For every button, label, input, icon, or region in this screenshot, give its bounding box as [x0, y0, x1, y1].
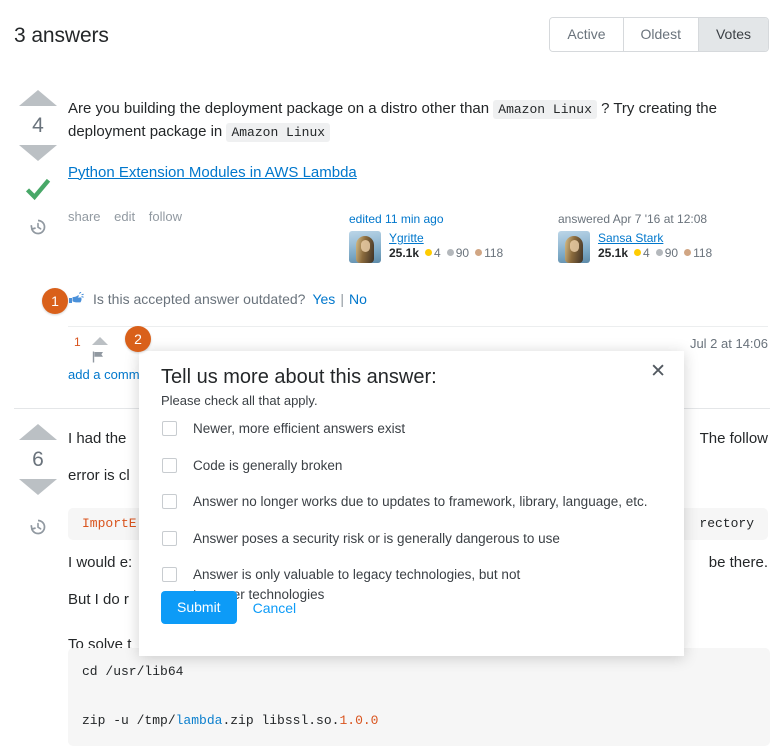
- answer-1-paragraph: Are you building the deployment package …: [68, 98, 768, 144]
- close-icon[interactable]: ✕: [650, 362, 666, 381]
- bronze-badge-icon: [684, 249, 692, 257]
- history-clock-icon[interactable]: [28, 517, 48, 537]
- comment-row: 1 Jul 2 at 14:06: [68, 326, 768, 363]
- modal-buttons: Submit Cancel: [161, 591, 297, 625]
- answer-1-reference-paragraph: Python Extension Modules in AWS Lambda: [68, 162, 768, 185]
- comment-upvote-arrow-icon[interactable]: [92, 337, 108, 345]
- bronze-badge-icon: [475, 249, 483, 257]
- editor-reputation-row: 25.1k 4 90 118: [389, 246, 503, 260]
- checkbox-legacy-only[interactable]: [162, 567, 177, 583]
- reputation-value: 25.1k: [598, 246, 629, 260]
- answer-2-text-b: The follow: [699, 430, 768, 447]
- comment-flag-icon[interactable]: [92, 351, 106, 363]
- code-error-left: ImportE: [82, 516, 137, 531]
- author-user-card: answered Apr 7 '16 at 12:08 Sansa Stark …: [558, 212, 758, 263]
- editor-username[interactable]: Ygritte: [389, 231, 503, 246]
- tab-active[interactable]: Active: [550, 18, 624, 51]
- edited-timestamp[interactable]: edited 11 min ago: [349, 212, 529, 226]
- answers-count: 3 answers: [14, 24, 109, 47]
- answer-1-actions: share edit follow: [68, 209, 192, 224]
- gold-badge-count: 4: [643, 246, 650, 260]
- editor-user-card: edited 11 min ago Ygritte 25.1k 4 90 118: [349, 212, 529, 263]
- option-label: Code is generally broken: [193, 457, 343, 473]
- silver-badge-count: 90: [455, 246, 470, 260]
- silver-badge-icon: [655, 249, 663, 257]
- follow-button[interactable]: follow: [149, 209, 182, 224]
- code-error-right: rectory: [699, 516, 754, 531]
- checkbox-security-risk[interactable]: [162, 530, 177, 546]
- option-code-broken[interactable]: Code is generally broken: [161, 456, 661, 476]
- code-token-version: 1.0.0: [339, 713, 379, 729]
- avatar[interactable]: [558, 231, 590, 263]
- author-username[interactable]: Sansa Stark: [598, 231, 712, 246]
- cancel-button[interactable]: Cancel: [253, 600, 297, 616]
- history-clock-icon[interactable]: [28, 217, 48, 237]
- comment-score: 1: [74, 335, 81, 349]
- option-no-longer-works[interactable]: Answer no longer works due to updates to…: [161, 492, 661, 512]
- answers-header: 3 answers Active Oldest Votes: [0, 0, 784, 72]
- vote-column-1: 4: [16, 90, 60, 241]
- outdated-answer-modal: Tell us more about this answer: Please c…: [139, 351, 684, 656]
- share-button[interactable]: share: [68, 209, 101, 224]
- answer-2-text-e: be there.: [708, 554, 768, 571]
- checkbox-no-longer-works[interactable]: [162, 494, 177, 510]
- silver-badge-icon: [446, 249, 454, 257]
- answered-timestamp: answered Apr 7 '16 at 12:08: [558, 212, 708, 226]
- upvote-arrow-icon[interactable]: [19, 90, 57, 106]
- answer-2-text-c: error is cl: [68, 466, 130, 484]
- answer-2-text-a: I had the: [68, 430, 127, 447]
- answer-2-text-f: But I do r: [68, 590, 129, 608]
- outdated-yes-link[interactable]: Yes: [312, 291, 335, 307]
- outdated-question-text: Is this accepted answer outdated?: [93, 291, 306, 307]
- outdated-separator: |: [340, 291, 344, 307]
- code-line-2-a: zip -u /tmp/: [82, 713, 176, 729]
- gold-badge-icon: [425, 249, 433, 257]
- vote-score: 4: [32, 114, 44, 137]
- checkbox-code-broken[interactable]: [162, 457, 177, 473]
- step-badge-1: 1: [42, 288, 68, 314]
- answer-2-codeblock: cd /usr/lib64 zip -u /tmp/lambda.zip lib…: [68, 648, 770, 746]
- code-line-2-b: .zip libssl.so.: [222, 713, 340, 729]
- option-label: Answer poses a security risk or is gener…: [193, 530, 560, 546]
- downvote-arrow-icon[interactable]: [19, 479, 57, 495]
- option-label: Answer no longer works due to updates to…: [193, 494, 648, 510]
- vote-column-2: 6: [16, 424, 60, 541]
- silver-badge-count: 90: [664, 246, 679, 260]
- option-label: Newer, more efficient answers exist: [193, 421, 406, 436]
- answer-1-body: Are you building the deployment package …: [68, 98, 768, 198]
- inline-code-amazon-linux-2: Amazon Linux: [226, 122, 331, 142]
- bronze-badge-count: 118: [484, 246, 504, 260]
- modal-subtitle: Please check all that apply.: [161, 393, 318, 408]
- reputation-value: 25.1k: [389, 246, 420, 260]
- link-python-extension-modules[interactable]: Python Extension Modules in AWS Lambda: [68, 164, 357, 181]
- accepted-answer-checkmark-icon[interactable]: [24, 175, 52, 203]
- avatar[interactable]: [349, 231, 381, 263]
- gold-badge-icon: [634, 249, 642, 257]
- code-token-lambda: lambda: [175, 713, 223, 729]
- tab-votes[interactable]: Votes: [698, 18, 768, 51]
- step-badge-2: 2: [125, 326, 151, 352]
- comment-date: Jul 2 at 14:06: [689, 336, 768, 351]
- vote-score: 6: [32, 448, 44, 471]
- checkbox-newer-answers[interactable]: [162, 421, 177, 436]
- answer-2-text-d: I would e:: [68, 554, 133, 571]
- option-security-risk[interactable]: Answer poses a security risk or is gener…: [161, 529, 661, 549]
- option-newer-answers[interactable]: Newer, more efficient answers exist: [161, 419, 661, 439]
- answer-1-text-a: Are you building the deployment package …: [68, 100, 494, 117]
- answer-sort-tabs: Active Oldest Votes: [549, 17, 769, 52]
- bronze-badge-count: 118: [693, 246, 713, 260]
- inline-code-amazon-linux-1: Amazon Linux: [493, 100, 597, 119]
- submit-button[interactable]: Submit: [161, 591, 237, 625]
- gold-badge-count: 4: [434, 246, 441, 260]
- upvote-arrow-icon[interactable]: [19, 424, 57, 440]
- tab-oldest[interactable]: Oldest: [623, 18, 699, 51]
- edit-button[interactable]: edit: [114, 209, 135, 224]
- modal-title: Tell us more about this answer:: [161, 366, 437, 388]
- pointing-hand-icon: [68, 292, 85, 306]
- outdated-answer-prompt: Is this accepted answer outdated? Yes | …: [68, 289, 367, 309]
- outdated-no-link[interactable]: No: [349, 291, 367, 307]
- code-line-1: cd /usr/lib64: [82, 664, 184, 679]
- author-reputation-row: 25.1k 4 90 118: [598, 246, 712, 260]
- downvote-arrow-icon[interactable]: [19, 145, 57, 161]
